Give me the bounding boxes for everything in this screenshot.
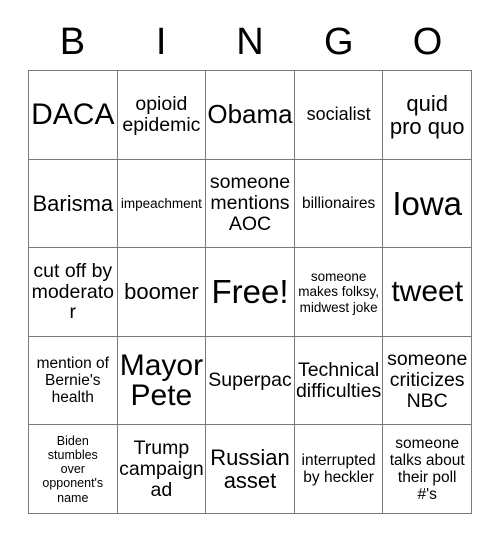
bingo-cell-label: quid pro quo [389,90,465,139]
bingo-cell-label: tweet [391,274,464,308]
bingo-cell-r4c3[interactable]: Superpac [206,336,295,426]
bingo-cell-label: Russian asset [210,445,290,494]
bingo-cell-label: Barisma [32,190,114,216]
bingo-header-letter-i: I [155,21,167,63]
bingo-header-letter-b: B [59,21,86,63]
bingo-cell-r3c1[interactable]: cut off by moderator [29,248,118,337]
bingo-card: B I N G O DACA opioid epidemic Obama socialist q… [0,0,500,544]
bingo-cell-label: someone mentions AOC [209,171,291,235]
bingo-cell-label: impeachment [120,195,202,211]
bingo-cell-label: boomer [124,279,199,305]
bingo-cell-label: Biden stumbles over opponent's name [42,433,104,505]
bingo-cell-label: interrupted by heckler [301,452,376,487]
bingo-cell-label: Trump campaign ad [119,436,204,501]
bingo-cell-label: Superpac [208,369,292,392]
bingo-cell-r1c1[interactable]: DACA [29,71,118,160]
bingo-cell-r2c5[interactable]: Iowa [383,159,472,249]
bingo-cell-label: billionaires [301,194,376,212]
bingo-cell-r3c4[interactable]: someone makes folksy, midwest joke [294,248,384,337]
bingo-cell-label: DACA [31,97,115,131]
bingo-cell-r1c5[interactable]: quid pro quo [383,71,472,160]
bingo-cell-label: someone makes folksy, midwest joke [298,269,379,315]
bingo-cell-r1c4[interactable]: socialist [294,71,384,160]
bingo-header-letter-n: N [236,21,264,63]
bingo-cell-label: Obama [207,99,293,130]
bingo-cell-r4c1[interactable]: mention of Bernie's health [29,336,118,426]
bingo-cell-r3c2[interactable]: boomer [117,248,207,337]
bingo-cell-r5c1[interactable]: Biden stumbles over opponent's name [29,425,118,514]
bingo-cell-label: cut off by moderator [31,259,114,324]
bingo-cell-label: someone talks about their poll #'s [389,435,465,504]
bingo-cell-r4c4[interactable]: Technical difficulties [294,336,384,426]
bingo-cell-label: socialist [306,104,371,125]
bingo-cell-r5c4[interactable]: interrupted by heckler [294,425,384,514]
bingo-cell-label: someone criticizes NBC [387,348,468,413]
bingo-cell-r5c2[interactable]: Trump campaign ad [117,425,207,514]
bingo-cell-r4c2[interactable]: Mayor Pete [117,336,207,426]
bingo-cell-r5c3[interactable]: Russian asset [206,425,295,514]
bingo-cell-r5c5[interactable]: someone talks about their poll #'s [383,425,472,514]
bingo-header-row: BINGO [28,14,472,70]
bingo-cell-r2c1[interactable]: Barisma [29,159,118,249]
bingo-cell-label: Iowa [392,184,463,222]
bingo-grid: DACA opioid epidemic Obama socialist quid pr… [28,70,472,514]
bingo-header-letter-o: O [412,21,443,63]
bingo-cell-r4c5[interactable]: someone criticizes NBC [383,336,472,426]
bingo-cell-r3c5[interactable]: tweet [383,248,472,337]
bingo-cell-label: Mayor Pete [119,348,204,412]
bingo-cell-r2c2[interactable]: impeachment [117,159,207,249]
bingo-cell-r1c3[interactable]: Obama [206,71,295,160]
bingo-free-space-cell[interactable]: Free! [206,248,295,337]
bingo-cell-r2c3[interactable]: someone mentions AOC [206,159,295,249]
bingo-cell-label: Technical difficulties [295,358,382,402]
bingo-cell-label: mention of Bernie's health [36,355,109,407]
bingo-cell-r2c4[interactable]: billionaires [294,159,384,249]
bingo-cell-r1c2[interactable]: opioid epidemic [117,71,207,160]
bingo-cell-label: opioid epidemic [122,92,201,136]
bingo-header-letter-g: G [324,21,354,63]
bingo-cell-label: Free! [211,273,289,311]
